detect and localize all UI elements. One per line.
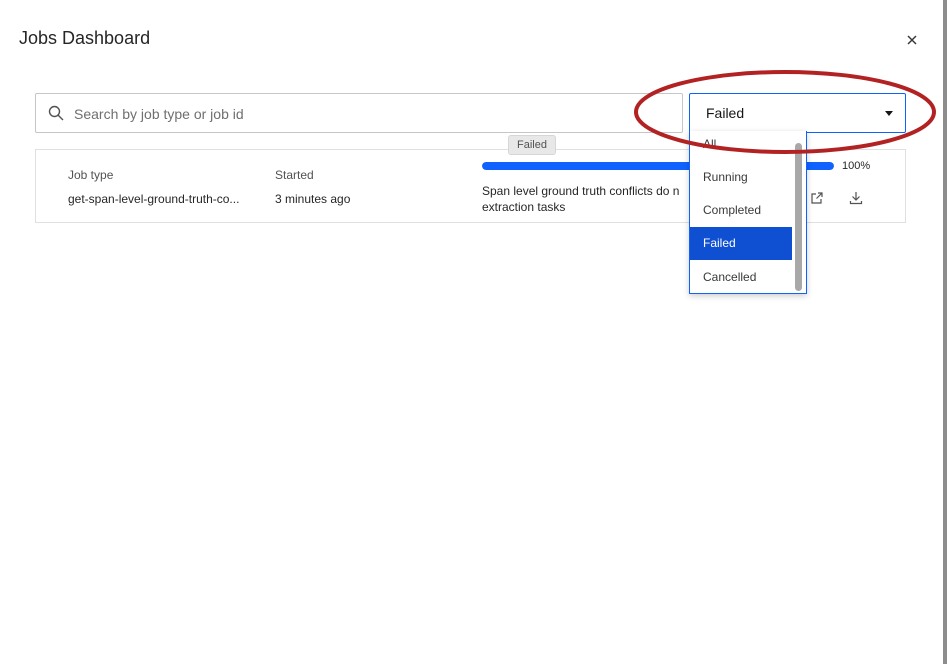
filter-option-failed[interactable]: Failed [690, 227, 792, 260]
status-filter-value: Failed [706, 105, 745, 121]
filter-option-all[interactable]: All [690, 131, 792, 161]
status-filter-menu: All Running Completed Failed Cancelled [689, 131, 807, 294]
close-icon [907, 35, 917, 45]
close-button[interactable] [902, 30, 922, 50]
job-type-label: Job type [68, 168, 114, 182]
window-edge [943, 0, 947, 664]
caret-down-icon [885, 111, 893, 116]
started-value: 3 minutes ago [275, 192, 351, 206]
job-message: Span level ground truth conflicts do n e… [482, 184, 680, 214]
status-filter-select[interactable]: Failed [689, 93, 906, 133]
jobs-dashboard-modal: Jobs Dashboard Failed Job type get-span-… [0, 0, 943, 664]
search-icon [48, 105, 64, 121]
external-link-icon [811, 192, 823, 204]
search-input[interactable] [72, 94, 676, 134]
download-icon [849, 192, 863, 205]
status-tooltip: Failed [508, 135, 556, 155]
search-box [35, 93, 683, 134]
filter-option-running[interactable]: Running [690, 161, 792, 194]
filter-option-completed[interactable]: Completed [690, 194, 792, 227]
menu-scrollbar[interactable] [795, 143, 802, 291]
progress-percent: 100% [842, 160, 871, 172]
filter-option-cancelled[interactable]: Cancelled [690, 261, 792, 293]
download-button[interactable] [848, 190, 864, 206]
started-label: Started [275, 168, 314, 182]
job-type-value: get-span-level-ground-truth-co... [68, 192, 240, 206]
modal-title: Jobs Dashboard [19, 28, 151, 48]
open-job-button[interactable] [809, 190, 825, 206]
